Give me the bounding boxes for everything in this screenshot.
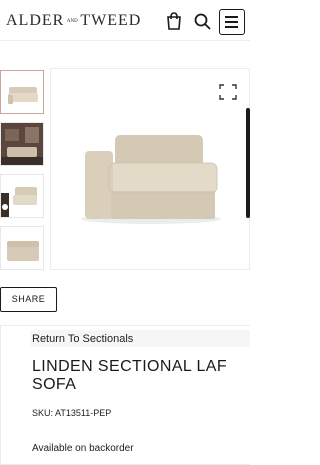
- share-button[interactable]: SHARE: [0, 287, 57, 312]
- availability-status: Available on backorder: [32, 443, 134, 454]
- search-icon[interactable]: [194, 13, 211, 30]
- menu-line: [225, 16, 238, 18]
- site-header: ALDER AND TWEED: [0, 0, 250, 44]
- expand-icon[interactable]: [219, 84, 237, 100]
- product-sku: SKU: AT13511-PEP: [32, 408, 112, 418]
- sofa-angle-image: [1, 187, 37, 217]
- sofa-back-image: [7, 241, 39, 261]
- logo-word-and: AND: [66, 18, 78, 24]
- thumbnail-sofa-front[interactable]: [0, 70, 44, 114]
- logo-word-right: TWEED: [80, 12, 142, 29]
- header-divider: [0, 40, 250, 41]
- thumbnail-sofa-angle[interactable]: [0, 174, 44, 218]
- brand-logo[interactable]: ALDER AND TWEED: [6, 12, 141, 30]
- shopping-bag-icon[interactable]: [166, 12, 182, 30]
- breadcrumb-return-link[interactable]: Return To Sectionals: [32, 333, 133, 345]
- menu-line: [225, 21, 238, 23]
- logo-word-left: ALDER: [6, 12, 65, 29]
- thumbnail-sofa-back[interactable]: [0, 226, 44, 270]
- menu-line: [225, 26, 238, 28]
- product-title: LINDEN SECTIONAL LAF SOFA: [32, 358, 228, 393]
- sofa-thumbnail-image: [8, 87, 38, 104]
- main-product-image[interactable]: [50, 68, 250, 270]
- thumbnail-room-scene[interactable]: [0, 122, 44, 166]
- hamburger-menu-button[interactable]: [219, 9, 245, 35]
- room-scene-image: [1, 123, 43, 165]
- gallery-scroll-indicator: [246, 108, 250, 218]
